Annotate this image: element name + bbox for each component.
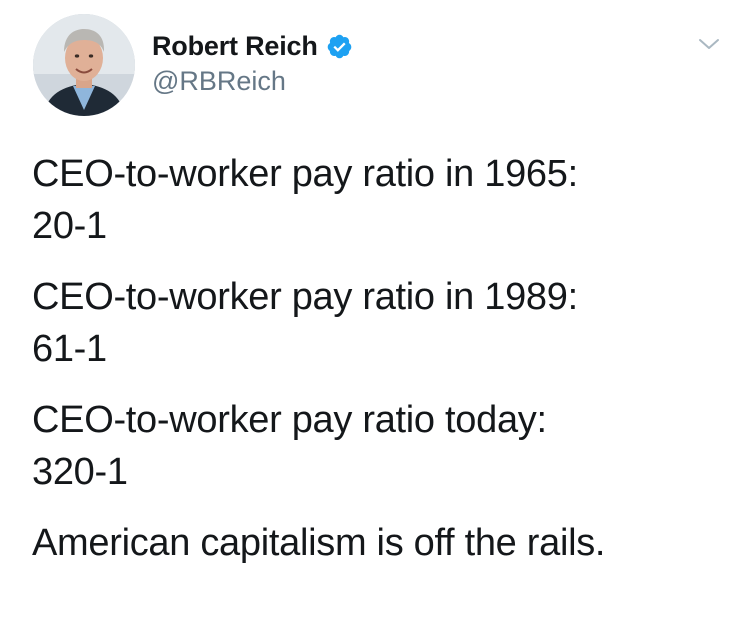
tweet-line: American capitalism is off the rails.: [32, 522, 606, 564]
chevron-down-icon[interactable]: [697, 32, 721, 56]
author-info: Robert Reich @RBReich: [152, 28, 353, 97]
tweet-paragraph: CEO-to-worker pay ratio in 1989: 61-1: [32, 271, 732, 375]
author-handle[interactable]: @RBReich: [152, 66, 353, 97]
tweet-line: CEO-to-worker pay ratio in 1989:: [32, 276, 578, 318]
tweet-paragraph: CEO-to-worker pay ratio today: 320-1: [32, 394, 732, 498]
avatar[interactable]: [33, 14, 135, 116]
author-display-name[interactable]: Robert Reich: [152, 31, 318, 62]
tweet-line: CEO-to-worker pay ratio in 1965:: [32, 153, 578, 195]
tweet-header: Robert Reich @RBReich: [33, 14, 723, 118]
tweet-line: 320-1: [32, 451, 128, 493]
avatar-image: [33, 14, 135, 116]
verified-badge-icon: [326, 33, 353, 60]
tweet-paragraph: American capitalism is off the rails.: [32, 517, 732, 569]
name-row: Robert Reich: [152, 28, 353, 64]
tweet-line: CEO-to-worker pay ratio today:: [32, 399, 547, 441]
tweet-card: Robert Reich @RBReich CEO-to-worker pay …: [0, 0, 750, 640]
tweet-line: 20-1: [32, 205, 107, 247]
tweet-text: CEO-to-worker pay ratio in 1965: 20-1 CE…: [32, 148, 732, 588]
tweet-paragraph: CEO-to-worker pay ratio in 1965: 20-1: [32, 148, 732, 252]
tweet-line: 61-1: [32, 328, 107, 370]
